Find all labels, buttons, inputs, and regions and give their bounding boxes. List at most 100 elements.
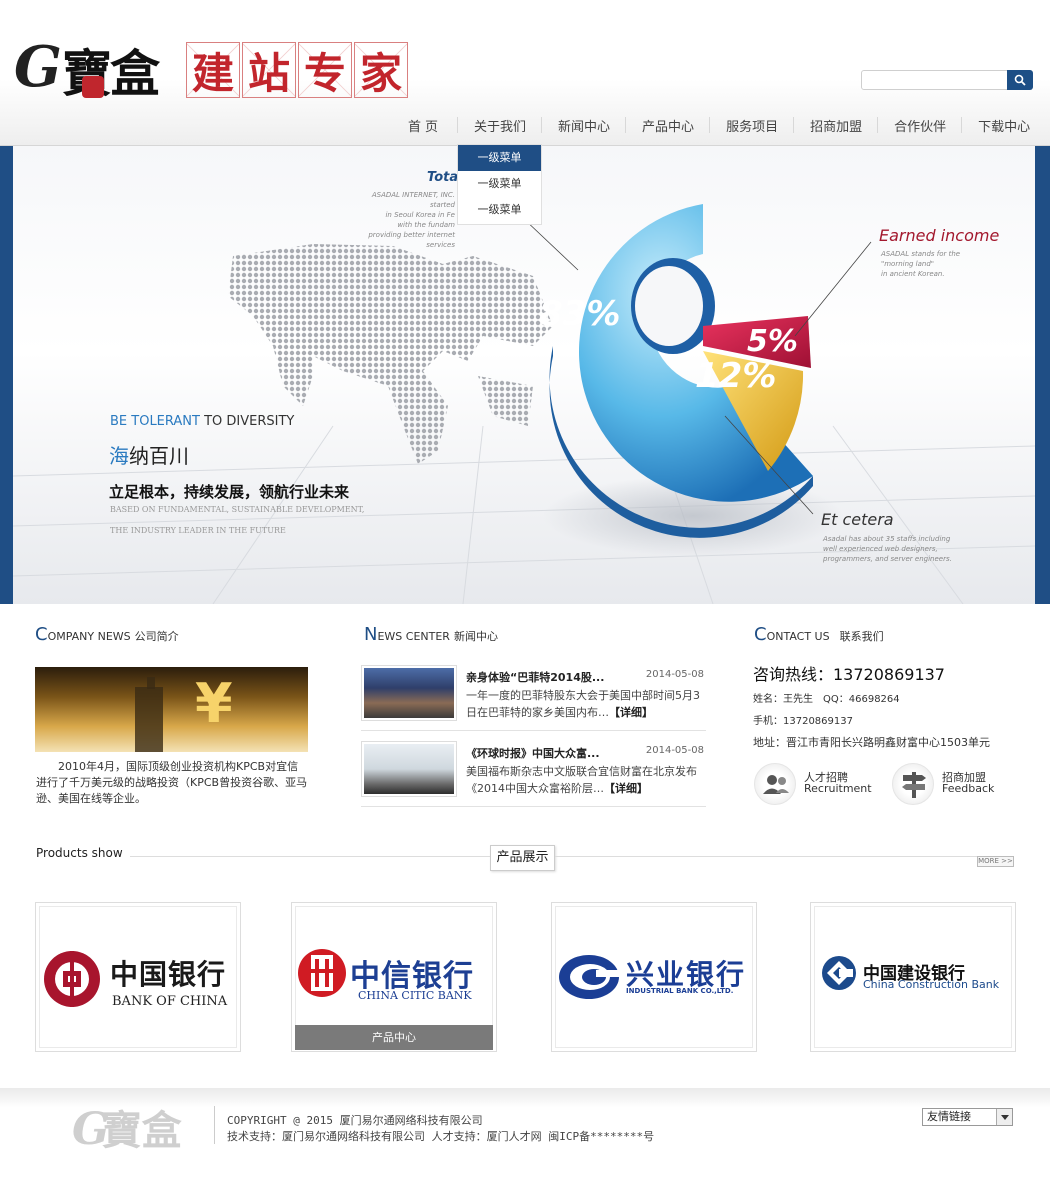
news-thumbnail[interactable]: [361, 741, 457, 797]
people-icon: [754, 763, 796, 805]
leader-line-earned: [794, 241, 872, 337]
footer-divider: [214, 1106, 215, 1144]
search-box: [861, 70, 1033, 90]
contact-section-title: CONTACT US 联系我们: [754, 624, 884, 645]
pct-small: 5%: [747, 324, 798, 359]
products-more-button[interactable]: MORE >>: [977, 856, 1014, 867]
products-title: Products show: [36, 846, 123, 860]
news-title[interactable]: 亲身体验“巴菲特2014股...: [466, 669, 626, 685]
nav-franchise[interactable]: 招商加盟: [794, 110, 879, 140]
product-logo-box: 中国银行 BANK OF CHINA: [39, 906, 237, 1048]
site-logo[interactable]: G 寶盒 建 站 专 家: [14, 32, 414, 104]
banner-tag-blue: BE TOLERANT: [110, 414, 200, 429]
logo-text: 寶盒: [62, 44, 160, 103]
banner-title-blue: 海: [109, 444, 129, 468]
product-caption[interactable]: 产品中心: [295, 1025, 493, 1050]
label-etc: Et cetera: [821, 510, 894, 529]
search-input[interactable]: [861, 70, 1009, 90]
news-summary-text: 美国福布斯杂志中文版联合宜信财富在北京发布《2014中国大众富裕阶层…: [466, 765, 697, 795]
news-summary: 美国福布斯杂志中文版联合宜信财富在北京发布《2014中国大众富裕阶层…【详细】: [466, 763, 706, 797]
pct-mid: 12%: [695, 356, 777, 396]
footer-logo[interactable]: G寶盒: [72, 1098, 182, 1156]
dropdown-item[interactable]: 一级菜单: [458, 171, 541, 197]
news-item[interactable]: 《环球时报》中国大众富... 2014-05-08 美国福布斯杂志中文版联合宜信…: [361, 741, 706, 807]
news-item[interactable]: 亲身体验“巴菲特2014股... 2014-05-08 一年一度的巴菲特股东大会…: [361, 665, 706, 731]
company-image[interactable]: ¥: [35, 667, 308, 752]
total-desc: ASADAL INTERNET, INC. started in Seoul K…: [355, 190, 455, 250]
contact-name: 姓名：王先生 QQ：46698264: [753, 694, 900, 705]
title-cap: C: [754, 624, 767, 645]
nav-partners[interactable]: 合作伙伴: [878, 110, 963, 140]
earned-desc-line: "morning land": [881, 260, 935, 268]
news-date: 2014-05-08: [645, 745, 704, 756]
dropdown-item[interactable]: 一级菜单: [458, 145, 541, 171]
etc-desc-line: well experienced web designers,: [823, 545, 938, 553]
product-card[interactable]: 中国银行 BANK OF CHINA: [35, 902, 241, 1052]
nav-services[interactable]: 服务项目: [710, 110, 795, 140]
earned-desc-line: in ancient Korean.: [881, 270, 945, 278]
product-card[interactable]: 中国建设银行 China Construction Bank: [810, 902, 1016, 1052]
nav-news[interactable]: 新闻中心: [542, 110, 627, 140]
slogan-char: 专: [298, 42, 352, 98]
news-summary-text: 一年一度的巴菲特股东大会于美国中部时间5月3日在巴菲特的家乡美国内布…: [466, 689, 700, 719]
nav-about[interactable]: 关于我们: [458, 110, 543, 140]
title-rest: OMPANY NEWS: [47, 630, 131, 643]
leader-line-total: [522, 217, 579, 271]
etc-desc-line: Asadal has about 35 staffs including: [823, 535, 951, 543]
news-thumbnail[interactable]: [361, 665, 457, 721]
search-button[interactable]: [1007, 70, 1033, 90]
banner-en-line1: BASED ON FUNDAMENTAL, SUSTAINABLE DEVELO…: [110, 505, 365, 514]
company-intro-text: 2010年4月，国际顶级创业投资机构KPCB对宜信进行了千万美元级的战略投资（K…: [36, 760, 308, 805]
slogan-char: 家: [354, 42, 408, 98]
product-name-en: INDUSTRIAL BANK CO.,LTD.: [626, 987, 734, 995]
title-cn: 联系我们: [839, 630, 884, 643]
banner-tagline: BE TOLERANT TO DIVERSITY: [110, 414, 294, 429]
news-more-link[interactable]: 【详细】: [604, 782, 648, 795]
about-dropdown-menu: 一级菜单 一级菜单 一级菜单: [457, 144, 542, 225]
logo-seal: [82, 76, 104, 98]
slogan: 建 站 专 家: [186, 42, 410, 100]
recruitment-button[interactable]: 人才招聘 Recruitment: [754, 763, 874, 807]
news-more-link[interactable]: 【详细】: [609, 706, 653, 719]
earned-desc: ASADAL stands for the "morning land" in …: [881, 249, 960, 279]
friend-links-label: 友情链接: [927, 1110, 971, 1123]
contact-address: 地址：晋江市青阳长兴路明鑫财富中心1503单元: [753, 736, 990, 749]
signpost-icon: [892, 763, 934, 805]
total-desc-line: providing better internet services: [368, 231, 455, 249]
total-desc-line: ASADAL INTERNET, INC. started: [371, 191, 455, 209]
product-card[interactable]: 中信银行 CHINA CITIC BANK 产品中心: [291, 902, 497, 1052]
friend-links-select[interactable]: 友情链接: [922, 1108, 1013, 1126]
title-cn: 公司简介: [134, 630, 179, 643]
title-rest: ONTACT US: [766, 630, 830, 643]
etc-desc: Asadal has about 35 staffs including wel…: [823, 534, 952, 564]
site-footer: G寶盒 COPYRIGHT @ 2015 厦门易尔通网络科技有限公司 技术支持：…: [0, 1088, 1050, 1187]
nav-products[interactable]: 产品中心: [626, 110, 711, 140]
franchise-label-en: Feedback: [942, 782, 995, 795]
news-title[interactable]: 《环球时报》中国大众富...: [466, 745, 626, 761]
product-name-cn: 中国银行: [110, 958, 227, 991]
news-section-title: NEWS CENTER 新闻中心: [364, 624, 498, 645]
recruitment-label-en: Recruitment: [804, 782, 872, 795]
search-icon: [1014, 74, 1026, 86]
products-title-cn: 产品展示: [490, 845, 555, 871]
slogan-char: 建: [186, 42, 240, 98]
footer-copyright: COPYRIGHT @ 2015 厦门易尔通网络科技有限公司: [227, 1114, 483, 1127]
banner-tag-rest: TO DIVERSITY: [199, 414, 295, 429]
pct-large: 83%: [539, 294, 621, 334]
earned-desc-line: ASADAL stands for the: [881, 250, 961, 258]
logo-letter: G: [14, 34, 62, 100]
franchise-button[interactable]: 招商加盟 Feedback: [892, 763, 1012, 807]
footer-support: 技术支持：厦门易尔通网络科技有限公司 人才支持：厦门人才网 闽ICP备*****…: [227, 1130, 655, 1143]
nav-home[interactable]: 首页: [390, 110, 459, 140]
label-earned: Earned income: [879, 226, 1000, 245]
title-rest: EWS CENTER: [377, 630, 450, 643]
nav-downloads[interactable]: 下载中心: [962, 110, 1046, 140]
product-logo-box: 兴业银行 INDUSTRIAL BANK CO.,LTD.: [555, 906, 753, 1048]
banner-en-line2: THE INDUSTRY LEADER IN THE FUTURE: [110, 526, 286, 535]
title-cap: N: [364, 624, 378, 645]
main-nav: 首页 关于我们 新闻中心 产品中心 服务项目 招商加盟 合作伙伴 下载中心: [390, 110, 1046, 140]
donut-hole-inner: [635, 266, 703, 346]
company-section-title: COMPANY NEWS 公司简介: [35, 624, 179, 645]
dropdown-item[interactable]: 一级菜单: [458, 197, 541, 223]
product-card[interactable]: 兴业银行 INDUSTRIAL BANK CO.,LTD.: [551, 902, 757, 1052]
